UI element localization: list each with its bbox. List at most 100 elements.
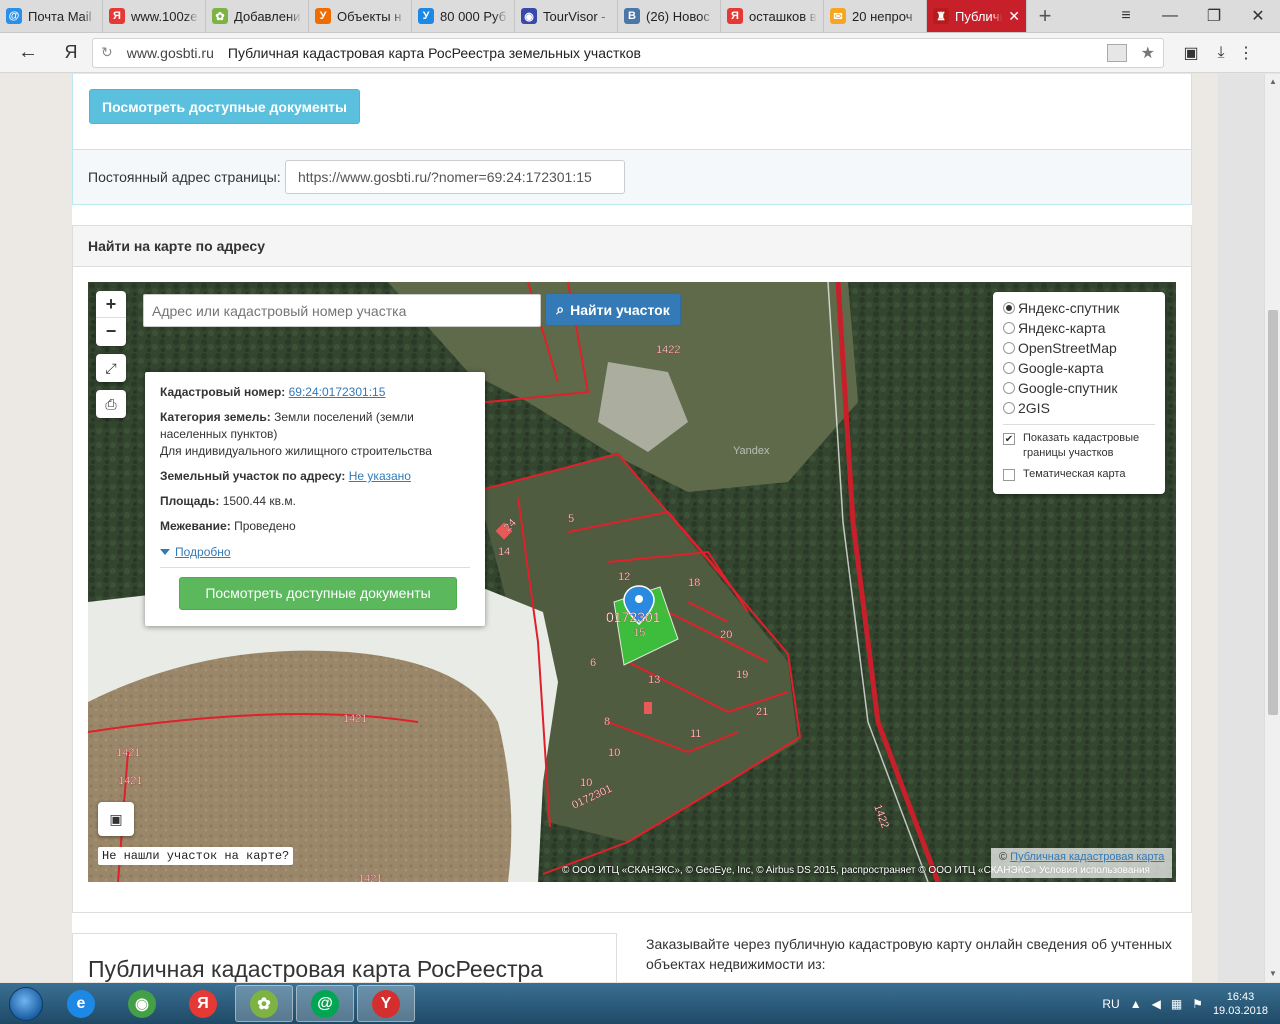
overlay-label: Тематическая карта — [1023, 468, 1126, 480]
cadastral-map-link[interactable]: Публичная кадастровая карта — [1010, 851, 1164, 863]
browser-menu-icon[interactable]: ≡ — [1104, 0, 1148, 32]
taskbar-app[interactable]: e — [52, 985, 110, 1022]
scroll-thumb[interactable] — [1268, 310, 1278, 715]
back-button[interactable]: ← — [0, 41, 56, 64]
parcel-number-label: 12 — [618, 571, 630, 583]
tab-title: Объекты н — [337, 8, 402, 24]
page-scrollbar[interactable]: ▲ ▼ — [1264, 74, 1280, 982]
scroll-up-icon[interactable]: ▲ — [1265, 74, 1280, 90]
radio-button[interactable] — [1003, 382, 1015, 394]
overlay-option[interactable]: ✔ Показать кадастровые границы участков — [1003, 431, 1155, 461]
base-layer-option[interactable]: 2GIS — [1003, 398, 1155, 418]
print-icon[interactable]: ⎙ — [96, 390, 126, 418]
restore-icon[interactable]: ❐ — [1192, 0, 1236, 32]
browser-tab[interactable]: У 80 000 Руб — [412, 0, 515, 32]
radio-button[interactable] — [1003, 342, 1015, 354]
base-layer-option[interactable]: Google-карта — [1003, 358, 1155, 378]
language-indicator[interactable]: RU — [1102, 997, 1119, 1011]
start-button[interactable] — [0, 983, 52, 1024]
parcel-number-label: 20 — [720, 629, 732, 641]
close-window-icon[interactable]: ✕ — [1236, 0, 1280, 32]
tray-arrow-icon[interactable]: ▲ — [1130, 997, 1142, 1011]
cadastral-map[interactable]: 1422 24 5 14 12 18 0172301 15 20 6 13 19 8 21 11 10 10 01… — [88, 282, 1176, 882]
browser-tab[interactable]: В (26) Новос — [618, 0, 721, 32]
permalink-input[interactable] — [285, 160, 625, 194]
base-layer-option[interactable]: Яндекс-карта — [1003, 318, 1155, 338]
new-tab-button[interactable]: + — [1027, 0, 1063, 32]
tab-title: (26) Новос — [646, 8, 710, 24]
network-icon[interactable]: ▦ — [1171, 997, 1182, 1011]
browser-tab[interactable]: ◉ TourVisor - — [515, 0, 618, 32]
yandex-icon: Я — [109, 8, 125, 24]
radio-button[interactable] — [1003, 302, 1015, 314]
yandex-browser-icon: Я — [189, 989, 217, 1018]
find-parcel-button[interactable]: ⌕ Найти участок — [545, 293, 681, 326]
reload-icon[interactable]: ↻ — [101, 44, 113, 61]
view-documents-button[interactable]: Посмотреть доступные документы — [89, 89, 360, 124]
flag-icon[interactable]: ⚑ — [1192, 997, 1203, 1011]
address-link[interactable]: Не указано — [349, 469, 411, 483]
download-icon[interactable]: ⤓ — [1206, 44, 1236, 62]
tab-title: Почта Mail — [28, 8, 92, 24]
base-layer-option[interactable]: Яндекс-спутник — [1003, 298, 1155, 318]
taskbar-app[interactable]: ◉ — [113, 985, 171, 1022]
parcel-number-label: 0172301 — [606, 609, 661, 625]
popup-divider — [160, 566, 470, 568]
base-layer-option[interactable]: OpenStreetMap — [1003, 338, 1155, 358]
fullscreen-icon[interactable]: ⤢ — [96, 354, 126, 382]
base-layer-label: Google-спутник — [1018, 380, 1118, 396]
parcel-number-label: 10 — [608, 747, 620, 759]
icq-icon: ✿ — [250, 989, 278, 1018]
browser-tab[interactable]: Яwww.100ze — [103, 0, 206, 32]
browser-tab[interactable]: Яосташков в — [721, 0, 824, 32]
details-toggle[interactable]: Подробно — [160, 544, 231, 561]
windows-taskbar: e ◉ Я ✿ @ Y RU ▲ ◀ ▦ ⚑ 16:43 19.03.2018 — [0, 983, 1280, 1024]
more-icon[interactable]: ⋮ — [1236, 43, 1256, 63]
protect-icon[interactable] — [1106, 43, 1127, 62]
parcel-number-label: 18 — [688, 577, 700, 589]
parcel-number-label: 5 — [568, 513, 574, 525]
cadastral-number-link[interactable]: 69:24:0172301:15 — [289, 385, 386, 399]
zoom-out-button[interactable]: − — [96, 318, 126, 345]
map-search-input[interactable] — [143, 294, 541, 327]
zoom-in-button[interactable]: + — [96, 291, 126, 318]
overlay-option[interactable]: Тематическая карта — [1003, 467, 1155, 482]
browser-tab-bar: @ Почта Mail Яwww.100ze ✿ Добавлени У Объекты … — [0, 0, 1280, 33]
taskbar-app[interactable]: @ — [296, 985, 354, 1022]
yandex-icon: Я — [727, 8, 743, 24]
close-tab-icon[interactable]: ✕ — [1008, 8, 1020, 25]
url-host: www.gosbti.ru — [126, 44, 214, 61]
popup-documents-button[interactable]: Посмотреть доступные документы — [179, 576, 457, 610]
base-layer-label: Яндекс-спутник — [1018, 300, 1120, 316]
base-layer-option[interactable]: Google-спутник — [1003, 378, 1155, 398]
radio-button[interactable] — [1003, 322, 1015, 334]
details-label: Подробно — [175, 544, 231, 559]
land-category-label: Категория земель: — [160, 410, 271, 424]
browser-tab[interactable]: @ Почта Mail — [0, 0, 103, 32]
clock[interactable]: 16:43 19.03.2018 — [1213, 990, 1268, 1018]
scroll-down-icon[interactable]: ▼ — [1265, 966, 1280, 982]
taskbar-app[interactable]: Я — [174, 985, 232, 1022]
radio-button[interactable] — [1003, 402, 1015, 414]
radio-button[interactable] — [1003, 362, 1015, 374]
url-field[interactable]: ↻ www.gosbti.ru Публичная кадастровая ка… — [92, 37, 1164, 68]
extension-icon[interactable]: ▣ — [1176, 43, 1206, 63]
browser-tab[interactable]: ✉ 20 непроч — [824, 0, 927, 32]
address-label: Земельный участок по адресу: — [160, 469, 346, 483]
volume-icon[interactable]: ◀ — [1152, 997, 1161, 1011]
yandex-icon[interactable]: Я — [56, 42, 86, 63]
overlay-label: Показать кадастровые границы участков — [1023, 432, 1140, 459]
map-layers-icon[interactable]: ▣ — [98, 802, 134, 836]
browser-tab[interactable]: У Объекты н — [309, 0, 412, 32]
browser-tab[interactable]: ♜ Публичн ✕ — [927, 0, 1027, 32]
taskbar-app[interactable]: Y — [357, 985, 415, 1022]
minimize-icon[interactable]: — — [1148, 0, 1192, 32]
survey-label: Межевание: — [160, 519, 231, 533]
not-found-link[interactable]: Не нашли участок на карте? — [98, 847, 294, 865]
browser-tab[interactable]: ✿ Добавлени — [206, 0, 309, 32]
base-layer-label: Яндекс-карта — [1018, 320, 1106, 336]
checkbox[interactable] — [1003, 469, 1015, 481]
bookmark-star-icon[interactable]: ★ — [1141, 43, 1155, 63]
checkbox[interactable]: ✔ — [1003, 433, 1015, 445]
taskbar-app[interactable]: ✿ — [235, 985, 293, 1022]
